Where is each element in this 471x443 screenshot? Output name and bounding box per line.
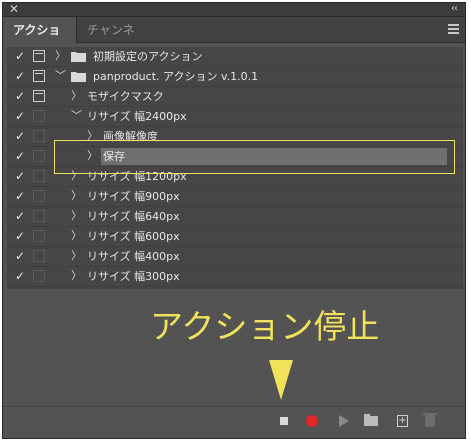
dialog-toggle-icon[interactable] — [33, 130, 45, 142]
dialog-toggle-icon[interactable] — [33, 150, 45, 162]
collapse-icon[interactable]: ‹‹ — [451, 2, 458, 16]
chevron-right-icon[interactable]: 〉 — [71, 190, 82, 202]
action-row[interactable]: ✓ 〉リサイズ 幅400px — [7, 247, 463, 267]
action-label: 保存 — [103, 150, 125, 163]
action-row[interactable]: ✓ 〉保存 — [7, 147, 463, 167]
chevron-right-icon[interactable]: 〉 — [71, 250, 82, 262]
new-set-button[interactable] — [364, 414, 378, 428]
tab-actions[interactable]: アクション — [3, 17, 77, 63]
panel-title-bar: ✕ ‹‹ — [3, 1, 465, 17]
chevron-down-icon[interactable]: ﹀ — [71, 110, 82, 122]
action-label: リサイズ 幅600px — [87, 230, 180, 243]
check-icon[interactable]: ✓ — [13, 109, 27, 123]
dialog-toggle-icon[interactable] — [33, 70, 45, 82]
action-label: panproduct. アクション v.1.0.1 — [93, 70, 259, 83]
check-icon[interactable]: ✓ — [13, 149, 27, 163]
check-icon[interactable]: ✓ — [13, 249, 27, 263]
action-row[interactable]: ✓ 〉 初期設定のアクション — [7, 47, 463, 67]
action-row[interactable]: ✓ 〉リサイズ 幅300px — [7, 267, 463, 287]
action-row[interactable]: ✓ 〉リサイズ 幅900px — [7, 187, 463, 207]
actions-panel: ✕ ‹‹ アクション チャンネル ✓ 〉 初期設定のアクション ✓ ﹀ panproduc… — [2, 2, 466, 439]
check-icon[interactable]: ✓ — [13, 169, 27, 183]
action-row[interactable]: ✓ ﹀ panproduct. アクション v.1.0.1 — [7, 67, 463, 87]
check-icon[interactable]: ✓ — [13, 49, 27, 63]
dialog-toggle-icon[interactable] — [33, 230, 45, 242]
action-label: 画像解像度 — [103, 130, 158, 143]
chevron-down-icon[interactable]: ﹀ — [55, 70, 66, 82]
dialog-toggle-icon[interactable] — [33, 50, 45, 62]
delete-button[interactable] — [423, 413, 437, 428]
chevron-right-icon[interactable]: 〉 — [71, 230, 82, 242]
stop-icon — [280, 417, 288, 425]
action-row[interactable]: ✓ 〉リサイズ 幅600px — [7, 227, 463, 247]
actions-list: ✓ 〉初期設定のアクション ✓ ﹀ panproduct. アクション v.1.0.1 ✓… — [7, 47, 463, 289]
play-icon — [339, 415, 349, 427]
folder-icon — [71, 71, 86, 82]
dialog-toggle-icon[interactable] — [33, 270, 45, 282]
action-label: 初期設定のアクション — [93, 50, 203, 63]
dialog-toggle-icon[interactable] — [33, 190, 45, 202]
dialog-toggle-icon[interactable] — [33, 90, 45, 102]
new-action-icon: + — [397, 415, 408, 427]
chevron-right-icon[interactable]: 〉 — [71, 170, 82, 182]
action-label: リサイズ 幅900px — [87, 190, 180, 203]
close-icon[interactable]: ✕ — [9, 1, 19, 17]
check-icon[interactable]: ✓ — [13, 89, 27, 103]
stop-button[interactable] — [277, 414, 291, 428]
record-icon — [306, 415, 318, 427]
check-icon[interactable]: ✓ — [13, 189, 27, 203]
chevron-right-icon[interactable]: 〉 — [71, 210, 82, 222]
action-row[interactable]: ✓ 〉画像解像度 — [7, 127, 463, 147]
dialog-toggle-icon[interactable] — [33, 210, 45, 222]
dialog-toggle-icon[interactable] — [33, 250, 45, 262]
action-label: リサイズ 幅1200px — [87, 170, 187, 183]
check-icon[interactable]: ✓ — [13, 229, 27, 243]
record-button[interactable] — [305, 414, 319, 428]
dialog-toggle-icon[interactable] — [33, 170, 45, 182]
pointer-arrow-icon — [269, 360, 293, 400]
new-action-button[interactable]: + — [396, 414, 410, 428]
chevron-right-icon[interactable]: 〉 — [71, 90, 82, 102]
action-row[interactable]: ✓ 〉モザイクマスク — [7, 87, 463, 107]
check-icon[interactable]: ✓ — [13, 129, 27, 143]
chevron-right-icon[interactable]: 〉 — [87, 130, 98, 142]
play-button[interactable] — [337, 414, 351, 428]
tab-bar: アクション チャンネル — [3, 17, 465, 63]
action-label: リサイズ 幅640px — [87, 210, 180, 223]
selection-highlight — [101, 148, 447, 165]
folder-icon — [71, 51, 86, 62]
chevron-right-icon[interactable]: 〉 — [71, 270, 82, 282]
check-icon[interactable]: ✓ — [13, 269, 27, 283]
action-label: リサイズ 幅2400px — [87, 110, 187, 123]
action-label: リサイズ 幅300px — [87, 270, 180, 283]
check-icon[interactable]: ✓ — [13, 69, 27, 83]
action-label: モザイクマスク — [87, 90, 164, 103]
action-row[interactable]: ✓ ﹀ リサイズ 幅2400px — [7, 107, 463, 127]
chevron-right-icon[interactable]: 〉 — [55, 50, 66, 62]
check-icon[interactable]: ✓ — [13, 209, 27, 223]
panel-menu-icon[interactable] — [448, 24, 459, 34]
folder-icon — [364, 414, 378, 426]
action-label: リサイズ 幅400px — [87, 250, 180, 263]
bottom-toolbar: + — [3, 406, 465, 436]
chevron-right-icon[interactable]: 〉 — [87, 150, 98, 162]
tab-channels[interactable]: チャンネル — [77, 17, 153, 63]
action-row[interactable]: ✓ 〉リサイズ 幅1200px — [7, 167, 463, 187]
action-row[interactable]: ✓ 〉リサイズ 幅640px — [7, 207, 463, 227]
dialog-toggle-icon[interactable] — [33, 110, 45, 122]
trash-icon — [423, 413, 437, 427]
annotation-label: アクション停止 — [150, 307, 380, 346]
